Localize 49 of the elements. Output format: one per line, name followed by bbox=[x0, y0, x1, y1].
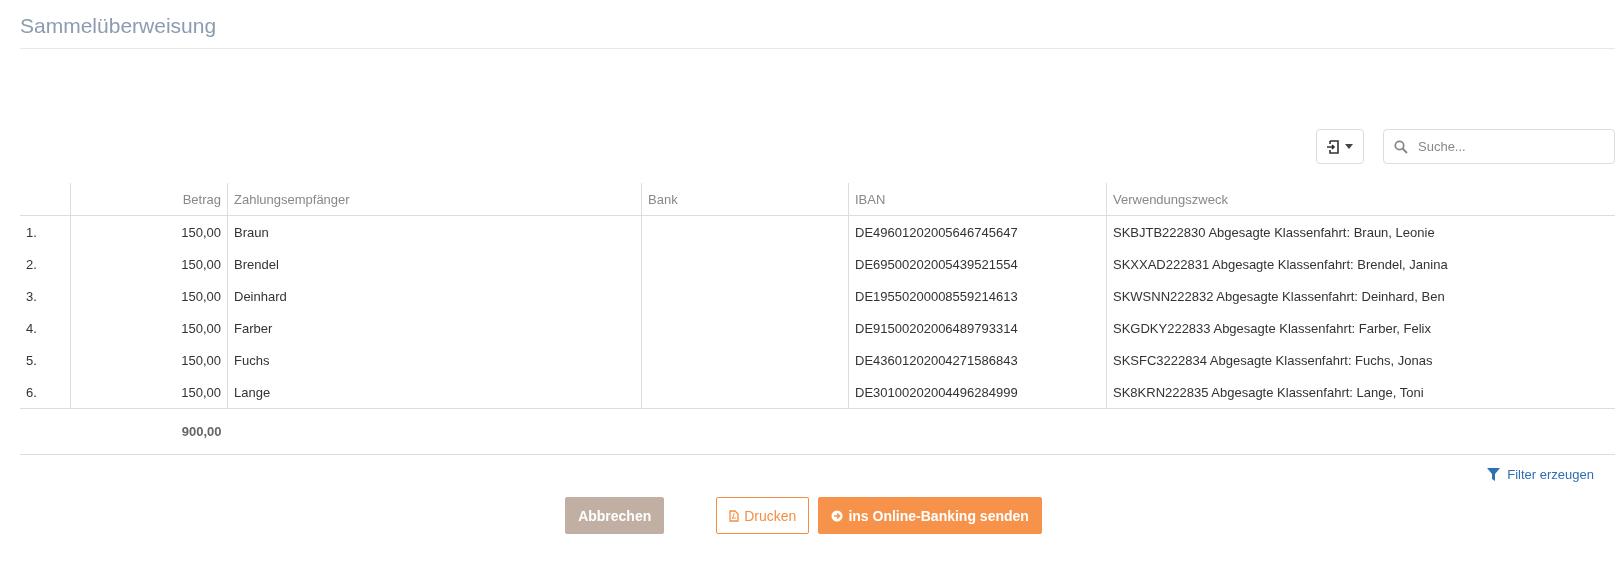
cancel-button[interactable]: Abbrechen bbox=[565, 497, 665, 534]
table-cell: SKSFC3222834 Abgesagte Klassenfahrt: Fuchs, Jonas bbox=[1113, 352, 1433, 368]
column-header: IBAN bbox=[855, 191, 886, 207]
table-cell: 150,00 bbox=[181, 224, 221, 240]
caret-icon bbox=[1345, 144, 1353, 149]
arrow-circle-icon bbox=[831, 509, 844, 522]
table-cell: 150,00 bbox=[181, 352, 221, 368]
table-cell: DE19550200008559214613 bbox=[855, 288, 1018, 304]
table-cell: Farber bbox=[234, 320, 273, 336]
funnel-icon bbox=[1487, 468, 1501, 481]
search-field[interactable]: Suche... bbox=[1383, 129, 1615, 164]
row-number: 4. bbox=[26, 320, 37, 336]
row-number: 1. bbox=[26, 224, 37, 240]
pdf-icon bbox=[729, 509, 740, 522]
table-cell: 150,00 bbox=[181, 320, 221, 336]
table-cell: DE49601202005646745647 bbox=[855, 224, 1018, 240]
row-number: 5. bbox=[26, 352, 37, 368]
table-cell: 150,00 bbox=[181, 288, 221, 304]
search-icon bbox=[1394, 140, 1408, 154]
column-header: Betrag bbox=[182, 191, 221, 207]
column-header: Zahlungsempfänger bbox=[234, 191, 350, 207]
row-number: 2. bbox=[26, 256, 37, 272]
table-cell: Deinhard bbox=[234, 288, 287, 304]
table-cell: 150,00 bbox=[181, 384, 221, 400]
table-cell: Brendel bbox=[234, 256, 279, 272]
print-button[interactable]: Drucken bbox=[716, 497, 810, 534]
page-title: Sammelüberweisung bbox=[20, 0, 1615, 49]
row-number: 6. bbox=[26, 384, 37, 400]
export-button[interactable] bbox=[1316, 129, 1364, 164]
table-cell: SKGDKY222833 Abgesagte Klassenfahrt: Farber, Felix bbox=[1113, 320, 1431, 336]
table-cell: 150,00 bbox=[181, 256, 221, 272]
table-cell: SKWSNN222832 Abgesagte Klassenfahrt: Deinhard, Ben bbox=[1113, 288, 1445, 304]
column-header: Verwendungszweck bbox=[1113, 191, 1228, 207]
table-cell: DE91500202006489793314 bbox=[855, 320, 1018, 336]
total-amount: 900,00 bbox=[181, 424, 222, 439]
row-number: 3. bbox=[26, 288, 37, 304]
table-cell: Braun bbox=[234, 224, 269, 240]
table-cell: DE30100202004496284999 bbox=[855, 384, 1018, 400]
table-cell: SK8KRN222835 Abgesagte Klassenfahrt: Lange, Toni bbox=[1113, 384, 1424, 400]
column-header: Bank bbox=[648, 191, 678, 207]
table-cell: SKXXAD222831 Abgesagte Klassenfahrt: Brendel, Janina bbox=[1113, 256, 1448, 272]
table-cell: Lange bbox=[234, 384, 271, 400]
table-cell: SKBJTB222830 Abgesagte Klassenfahrt: Braun, Leonie bbox=[1113, 224, 1435, 240]
send-button[interactable]: ins Online-Banking senden bbox=[818, 497, 1042, 534]
table-cell: Fuchs bbox=[234, 352, 270, 368]
table-cell: DE43601202004271586843 bbox=[855, 352, 1018, 368]
filter-link[interactable]: Filter erzeugen bbox=[1487, 467, 1594, 482]
sign-in-icon bbox=[1327, 139, 1339, 154]
table-cell: DE69500202005439521554 bbox=[855, 256, 1018, 272]
